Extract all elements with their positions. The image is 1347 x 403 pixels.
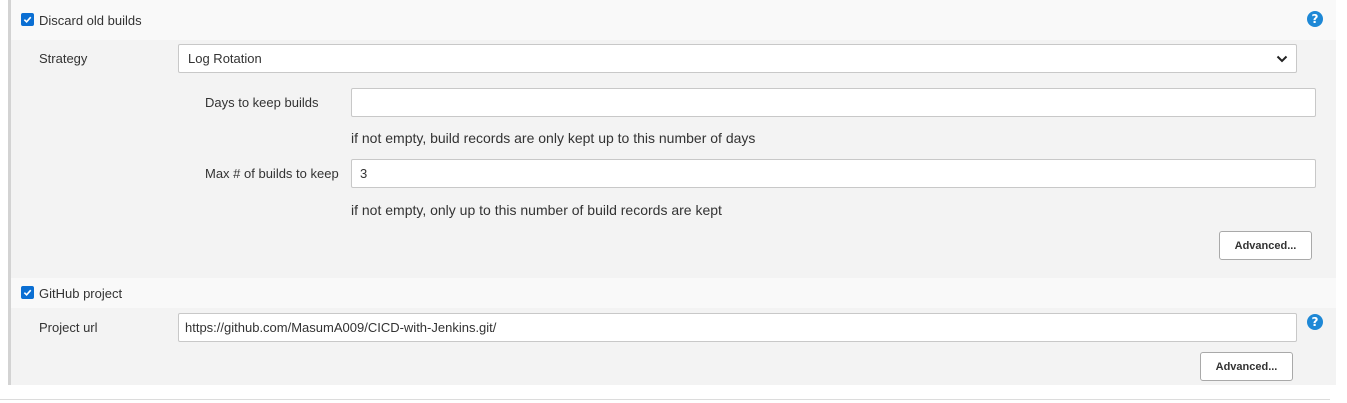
project-url-input[interactable]: https://github.com/MasumA009/CICD-with-J… — [178, 313, 1297, 342]
days-to-keep-label: Days to keep builds — [205, 95, 319, 110]
strategy-select[interactable]: Log Rotation — [178, 44, 1297, 73]
strategy-label: Strategy — [39, 51, 88, 66]
discard-builds-checkbox[interactable] — [21, 13, 34, 26]
max-builds-value: 3 — [360, 166, 368, 181]
section-divider — [0, 399, 1330, 400]
max-builds-input[interactable]: 3 — [351, 159, 1316, 188]
max-builds-label: Max # of builds to keep — [205, 166, 339, 181]
discard-builds-label: Discard old builds — [39, 13, 142, 28]
github-project-checkbox[interactable] — [21, 286, 34, 299]
github-project-label: GitHub project — [39, 286, 123, 301]
question-mark-icon[interactable]: ? — [1307, 314, 1323, 330]
days-to-keep-input[interactable] — [351, 88, 1316, 117]
project-url-value: https://github.com/MasumA009/CICD-with-J… — [185, 320, 497, 335]
github-project-header-row — [11, 278, 1336, 308]
chevron-down-icon — [1276, 55, 1288, 62]
checkmark-icon — [23, 16, 32, 24]
strategy-selected-value: Log Rotation — [188, 51, 262, 66]
question-mark-icon[interactable]: ? — [1307, 11, 1323, 27]
max-builds-hint: if not empty, only up to this number of … — [351, 202, 722, 218]
checkmark-icon — [23, 289, 32, 297]
discard-advanced-button[interactable]: Advanced... — [1219, 231, 1312, 260]
discard-builds-header-row — [11, 0, 1336, 40]
days-to-keep-hint: if not empty, build records are only kep… — [351, 130, 756, 146]
github-advanced-button[interactable]: Advanced... — [1200, 352, 1293, 381]
project-url-label: Project url — [39, 320, 98, 335]
